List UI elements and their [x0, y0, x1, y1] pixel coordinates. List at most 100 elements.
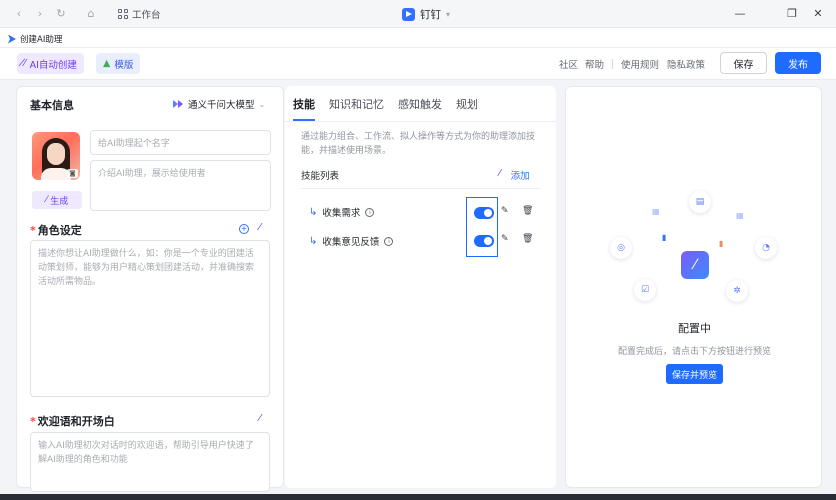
required-mark: * [30, 415, 36, 428]
toolbar: ⁄̸ AI自动创建 ▲ 模版 社区 帮助 使用规则 隐私政策 保存 发布 [0, 48, 836, 80]
save-button[interactable]: 保存 [720, 52, 767, 74]
apps-small-icon: ▦ [736, 211, 744, 220]
magic-wand-icon: ⁄̸ [24, 58, 26, 69]
magic-wand-icon: ⁄ [45, 195, 48, 205]
skill-toggle-collect-needs[interactable] [474, 207, 494, 219]
title-bar: ‹ › ↻ ⌂ 工作台 钉钉 ▾ — ❐ ✕ [0, 0, 836, 28]
list-item: ↳ 收集意见反馈 i [309, 233, 394, 249]
refresh-icon[interactable]: ↻ [54, 7, 68, 21]
assistant-name-input[interactable]: 给AI助理起个名字 [90, 130, 271, 155]
magic-wand-icon[interactable]: ⁄ [259, 222, 261, 233]
required-mark: * [30, 224, 36, 237]
template-button[interactable]: ▲ 模版 [96, 53, 141, 74]
tab-perception-trigger[interactable]: 感知触发 [398, 96, 442, 112]
app-title-text: 钉钉 [420, 8, 441, 21]
dingtalk-logo-icon [402, 7, 415, 21]
role-setting-heading: * 角色设定 [30, 222, 82, 238]
tab-create-ai-assistant[interactable]: 创建AI助理 [8, 31, 62, 47]
template-label: 模版 [114, 59, 134, 71]
tabs-divider [285, 121, 556, 122]
config-tabs: 技能 知识和记忆 感知触发 规划 [293, 96, 478, 121]
role-setting-input[interactable]: 描述你想让AI助理做什么，如：你是一个专业的团建活动策划师，能够为用户精心策划团… [30, 240, 270, 397]
skill-toggle-collect-feedback[interactable] [474, 235, 494, 247]
info-icon[interactable]: i [384, 236, 394, 246]
add-icon[interactable]: + [239, 224, 249, 234]
chevron-down-icon: ⌄ [258, 99, 266, 109]
edit-icon[interactable]: ✎ [501, 206, 509, 216]
avatar[interactable]: ◙ [32, 132, 80, 180]
skill-list-tools: ⁄ 添加 [499, 168, 530, 182]
chevron-down-icon: ▾ [446, 9, 451, 19]
document-icon: ▤ [689, 191, 711, 213]
magic-wand-icon[interactable]: ⁄ [259, 413, 261, 424]
skill-list-divider [301, 188, 541, 189]
tongyi-logo-icon [173, 99, 184, 109]
close-icon[interactable]: ✕ [810, 6, 826, 22]
preview-title: 配置中 [678, 322, 711, 335]
usage-rules-link[interactable]: 使用规则 [621, 57, 659, 71]
minimize-icon[interactable]: — [732, 6, 748, 22]
pdf-small-icon: ▮ [719, 239, 724, 248]
workbench-button[interactable]: 工作台 [118, 7, 161, 21]
tab-knowledge-memory[interactable]: 知识和记忆 [329, 96, 384, 112]
tab-planning[interactable]: 规划 [456, 96, 478, 112]
basic-info-panel: 基本信息 通义千问大模型 ⌄ ◙ ⁄ 生成 给AI助理起个名字 介绍AI助理，展… [16, 86, 284, 492]
ai-auto-create-button[interactable]: ⁄̸ AI自动创建 [17, 53, 84, 74]
skill-name: 收集需求 [322, 208, 361, 219]
dingtalk-tab-icon [8, 34, 16, 44]
tab-skills[interactable]: 技能 [293, 96, 315, 121]
skill-name: 收集意见反馈 [322, 237, 380, 248]
welcome-message-input[interactable]: 输入AI助理初次对话时的欢迎语，帮助引导用户快速了解AI助理的角色和功能 [30, 432, 270, 492]
delete-icon[interactable]: 🗑 [522, 206, 533, 216]
help-link[interactable]: 帮助 [585, 57, 604, 71]
home-icon[interactable]: ⌂ [84, 7, 98, 21]
app-window: ‹ › ↻ ⌂ 工作台 钉钉 ▾ — ❐ ✕ 创建AI助理 ⁄̸ AI自动创建 … [0, 0, 836, 494]
workflow-icon: ↳ [309, 206, 318, 218]
forward-icon[interactable]: › [33, 7, 47, 21]
list-item: ↳ 收集需求 i [309, 204, 375, 220]
edit-icon[interactable]: ✎ [501, 234, 509, 244]
tab-label: 创建AI助理 [20, 35, 63, 45]
preview-panel: ▤ ◎ ◔ ☑ ✲ ▦ ▦ ▮ ▮ ⁄ 配置中 配置完成后，请点击下方按钮进行预… [565, 86, 822, 488]
back-icon[interactable]: ‹ [12, 7, 26, 21]
toolbar-divider [612, 59, 613, 69]
skill-list-title: 技能列表 [301, 171, 340, 182]
preview-subtitle: 配置完成后，请点击下方按钮进行预览 [617, 347, 771, 357]
skills-panel: 技能 知识和记忆 感知触发 规划 通过能力组合、工作流、拟人操作等方式为你的助理… [285, 86, 556, 488]
magic-wand-icon[interactable]: ⁄ [499, 168, 501, 182]
skills-description: 通过能力组合、工作流、拟人操作等方式为你的助理添加技能，并描述使用场景。 [301, 132, 536, 156]
taskbar [0, 494, 836, 500]
role-setting-title: 角色设定 [37, 224, 82, 237]
camera-icon[interactable]: ◙ [67, 169, 78, 178]
welcome-title: 欢迎语和开场白 [37, 415, 115, 428]
toggle-highlight [466, 197, 498, 257]
ai-assistant-icon: ⁄ [681, 251, 709, 279]
ai-auto-create-label: AI自动创建 [29, 59, 77, 71]
maximize-icon[interactable]: ❐ [784, 6, 800, 22]
workflow-icon: ↳ [309, 235, 318, 247]
info-icon[interactable]: i [365, 207, 375, 217]
add-skill-link[interactable]: 添加 [511, 168, 530, 182]
checklist-icon: ☑ [634, 279, 656, 301]
file-small-icon: ▮ [662, 233, 667, 242]
grid-small-icon: ▦ [652, 207, 660, 216]
assistant-intro-input[interactable]: 介绍AI助理，展示给使用者 [90, 160, 271, 211]
privacy-policy-link[interactable]: 隐私政策 [667, 57, 705, 71]
save-and-preview-button[interactable]: 保存并预览 [666, 364, 723, 384]
basic-info-title: 基本信息 [30, 99, 74, 112]
generate-label: 生成 [50, 196, 69, 207]
template-icon: ▲ [103, 58, 111, 69]
community-link[interactable]: 社区 [559, 57, 578, 71]
app-title[interactable]: 钉钉 ▾ [402, 6, 450, 22]
welcome-heading: * 欢迎语和开场白 [30, 413, 115, 429]
tab-bar: 创建AI助理 [0, 28, 836, 48]
publish-button[interactable]: 发布 [775, 52, 821, 74]
compass-icon: ◎ [610, 237, 632, 259]
workbench-label: 工作台 [132, 10, 161, 21]
grid-icon [118, 9, 128, 19]
chart-icon: ◔ [755, 237, 777, 259]
model-selector[interactable]: 通义千问大模型 ⌄ [173, 97, 265, 111]
settings-icon: ✲ [726, 280, 748, 302]
delete-icon[interactable]: 🗑 [522, 234, 533, 244]
generate-avatar-button[interactable]: ⁄ 生成 [32, 191, 82, 209]
